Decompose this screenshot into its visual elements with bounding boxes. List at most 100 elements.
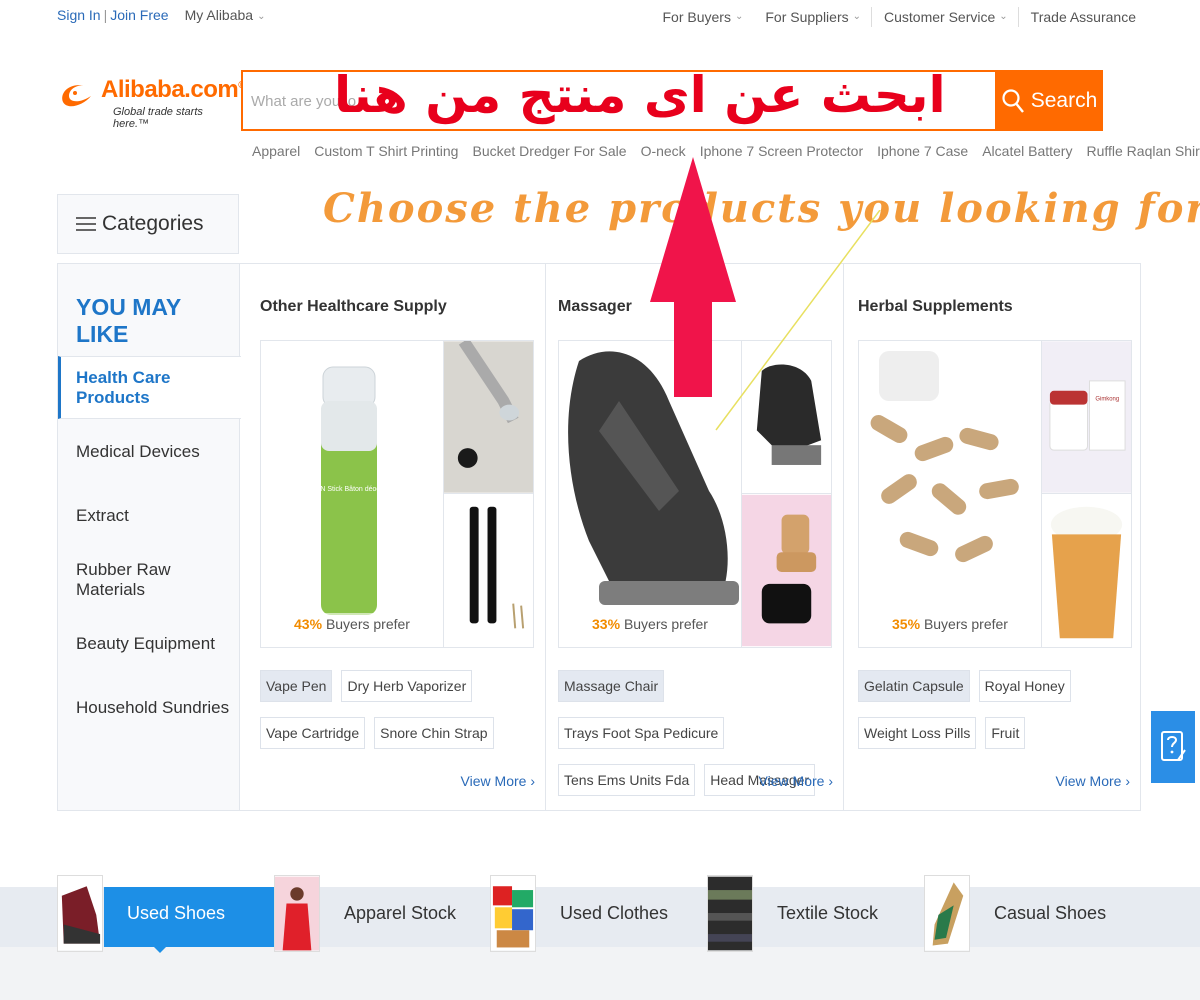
yellow-pointer-line [715, 210, 881, 431]
top-nav: For Buyers ⌄ For Suppliers ⌄ Customer Serv… [641, 7, 1136, 27]
suggestion-link[interactable]: Iphone 7 Case [877, 143, 968, 159]
strip-item-apparel-stock[interactable]: Apparel Stock [274, 875, 456, 952]
sidebar-item-rubber-raw-materials[interactable]: Rubber Raw Materials [58, 548, 240, 611]
search-button-label: Search [1030, 88, 1098, 112]
buyers-prefer-percent: 33% [592, 616, 621, 632]
for-buyers-menu[interactable]: For Buyers ⌄ [663, 9, 744, 25]
search-button[interactable]: Search [995, 70, 1103, 131]
view-more-link[interactable]: View More › [461, 773, 535, 789]
used-clothes-thumbnail [490, 875, 536, 952]
trade-assurance-link[interactable]: Trade Assurance [1031, 9, 1136, 25]
buyers-prefer-label: Buyers prefer [923, 616, 1008, 632]
card-title[interactable]: Massager [558, 298, 632, 316]
logo-tagline: Global trade starts here.™ [113, 106, 203, 130]
you-may-like-heading: YOU MAY LIKE [76, 294, 181, 347]
my-alibaba-menu[interactable]: My Alibaba ⌄ [185, 7, 266, 23]
for-suppliers-label: For Suppliers [765, 9, 849, 25]
tag-button[interactable]: Massage Chair [558, 670, 665, 702]
logo-wordmark: Alibaba.com® [101, 76, 246, 104]
honey-jar-image: Gimkong [1041, 341, 1131, 494]
buyers-prefer-stat: 33% Buyers prefer [559, 613, 741, 635]
sidebar-item-beauty-equipment[interactable]: Beauty Equipment [58, 612, 240, 675]
strip-item-label: Apparel Stock [344, 903, 457, 923]
strip-item-used-clothes[interactable]: Used Clothes [490, 875, 668, 952]
categories-label: Categories [102, 212, 204, 235]
tag-button[interactable]: Tens Ems Units Fda [558, 764, 696, 796]
pedicure-chair-image [741, 494, 831, 647]
divider [1017, 7, 1019, 27]
suggestion-link[interactable]: Bucket Dredger For Sale [472, 143, 626, 159]
tag-button[interactable]: Dry Herb Vaporizer [341, 670, 473, 702]
suggestion-link[interactable]: Custom T Shirt Printing [314, 143, 458, 159]
jar-label: Gimkong [1095, 397, 1119, 403]
tag-list: Gelatin Capsule Royal Honey Weight Loss … [858, 670, 1128, 764]
suggestion-link[interactable]: Ruffle Raqlan Shirt [1086, 143, 1200, 159]
alibaba-logo[interactable]: Alibaba.com® Global trade starts here.™ [57, 76, 246, 130]
apparel-stock-thumbnail [274, 875, 320, 952]
tag-button[interactable]: Gelatin Capsule [858, 670, 970, 702]
product-images[interactable]: SIRUIN Stick Bâton déodorant 43% Buyers … [260, 340, 534, 648]
strip-item-textile-stock[interactable]: Textile Stock [707, 875, 878, 952]
sidebar-item-extract[interactable]: Extract [58, 484, 240, 547]
vape-cartridge-image [443, 494, 533, 647]
chevron-right-icon: › [1125, 773, 1130, 789]
tag-button[interactable]: Snore Chin Strap [374, 717, 494, 749]
view-more-link[interactable]: View More › [759, 773, 833, 789]
my-alibaba-label: My Alibaba [184, 7, 254, 23]
suggestion-link[interactable]: Alcatel Battery [982, 143, 1072, 159]
chevron-right-icon: › [828, 773, 833, 789]
textile-stock-thumbnail [707, 875, 753, 952]
arabic-overlay-text: ابحث عن اى منتج من هنا [334, 66, 946, 124]
used-shoes-thumbnail [57, 875, 103, 952]
view-more-link[interactable]: View More › [1056, 773, 1130, 789]
tag-button[interactable]: Fruit [985, 717, 1026, 749]
sidebar-item-household-sundries[interactable]: Household Sundries [58, 676, 240, 739]
strip-item-label: Casual Shoes [994, 903, 1107, 923]
tag-button[interactable]: Royal Honey [978, 670, 1071, 702]
for-suppliers-menu[interactable]: For Suppliers ⌄ [765, 9, 861, 25]
strip-item-casual-shoes[interactable]: Casual Shoes [924, 875, 1106, 952]
strip-item-label: Textile Stock [777, 903, 879, 923]
separator: | [103, 7, 108, 23]
sidebar-item-health-care-products[interactable]: Health Care Products [58, 356, 241, 419]
divider [871, 7, 873, 27]
tag-list: Vape Pen Dry Herb Vaporizer Vape Cartrid… [260, 670, 530, 764]
tag-button[interactable]: Vape Cartridge [260, 717, 366, 749]
top-bar: Sign In | Join Free My Alibaba ⌄ For Buye… [0, 0, 1200, 32]
drink-cup-image [1041, 494, 1131, 647]
account-links: Sign In | Join Free My Alibaba ⌄ [57, 7, 265, 23]
suggestion-link[interactable]: Apparel [252, 143, 300, 159]
strip-item-label: Used Clothes [560, 903, 669, 923]
join-free-link[interactable]: Join Free [110, 7, 168, 23]
customer-service-menu[interactable]: Customer Service ⌄ [884, 9, 1008, 25]
buyers-prefer-percent: 35% [892, 616, 921, 632]
chevron-right-icon: › [530, 773, 535, 789]
sidebar-item-medical-devices[interactable]: Medical Devices [58, 420, 240, 483]
chevron-down-icon: ⌄ [257, 11, 266, 22]
strip-item-used-shoes[interactable]: Used Shoes [57, 875, 225, 952]
tag-list: Massage Chair Trays Foot Spa Pedicure Te… [558, 670, 828, 811]
tag-button[interactable]: Vape Pen [260, 670, 333, 702]
buyers-prefer-stat: 35% Buyers prefer [859, 613, 1041, 635]
casual-shoes-thumbnail [924, 875, 970, 952]
vape-pen-image [443, 341, 533, 494]
chevron-down-icon: ⌄ [999, 10, 1008, 22]
feedback-button[interactable] [1151, 711, 1195, 783]
tag-button[interactable]: Trays Foot Spa Pedicure [558, 717, 725, 749]
tag-button[interactable]: Weight Loss Pills [858, 717, 977, 749]
sign-in-link[interactable]: Sign In [57, 7, 101, 23]
customer-service-label: Customer Service [884, 9, 996, 25]
for-buyers-label: For Buyers [662, 9, 731, 25]
categories-button[interactable]: Categories [57, 194, 239, 254]
view-more-label: View More [1055, 773, 1122, 789]
buyers-prefer-label: Buyers prefer [325, 616, 410, 632]
card-title[interactable]: Other Healthcare Supply [260, 298, 447, 316]
buyers-prefer-label: Buyers prefer [623, 616, 708, 632]
chevron-down-icon: ⌄ [852, 10, 862, 22]
logo-brand: Alibaba.com [101, 76, 239, 103]
you-may-like-sidebar: YOU MAY LIKE Health Care Products Medica… [58, 264, 241, 810]
list-icon [76, 213, 96, 235]
feedback-edit-icon [1161, 731, 1186, 761]
product-label: SIRUIN Stick Bâton déodorant [302, 486, 397, 493]
buyers-prefer-percent: 43% [294, 616, 323, 632]
